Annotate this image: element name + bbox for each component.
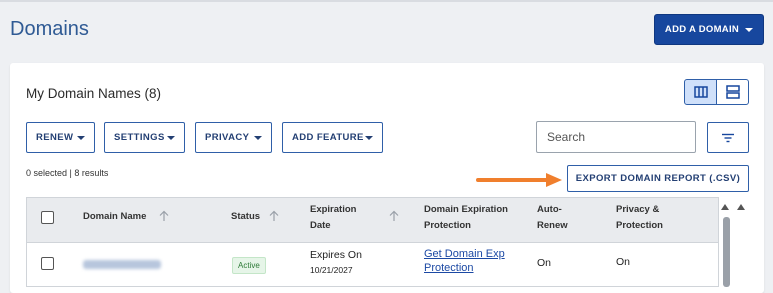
section-title: My Domain Names (8) [26,86,162,101]
sort-arrow-icon[interactable] [389,210,399,222]
expires-date: 10/21/2027 [310,265,353,275]
col-protection-line1: Domain Expiration [424,204,508,215]
renew-dropdown[interactable]: RENEW [26,122,95,153]
scroll-thumb[interactable] [723,217,730,287]
table-header: Domain Name Status Expiration Date Domai… [27,198,718,243]
auto-renew-value[interactable]: On [537,257,551,269]
add-domain-label: ADD A DOMAIN [664,24,740,35]
col-expiration-date[interactable]: Expiration Date [310,202,356,234]
filter-button[interactable] [707,122,749,153]
domains-table: Domain Name Status Expiration Date Domai… [26,197,719,287]
settings-dropdown[interactable]: SETTINGS [104,122,185,153]
caret-down-icon [254,135,262,140]
col-protection-line2: Protection [424,220,471,231]
sort-arrow-icon[interactable] [159,210,169,222]
scroll-up-icon[interactable] [720,203,750,211]
list-view-button[interactable] [716,79,749,105]
privacy-label: PRIVACY [205,132,250,143]
settings-label: SETTINGS [114,132,165,143]
filter-icon [722,133,734,142]
col-autorenew-line1: Auto- [537,204,562,215]
col-expiration-line2: Date [310,220,331,231]
col-privacy-line2: Protection [616,220,663,231]
export-report-button[interactable]: EXPORT DOMAIN REPORT (.CSV) [567,165,749,192]
get-protection-link-line2: Protection [424,262,474,274]
col-autorenew-line2: Renew [537,220,568,231]
status-badge: Active [232,257,266,274]
search-input[interactable] [545,129,704,145]
privacy-value[interactable]: On [616,256,630,268]
grid-view-button[interactable] [684,79,717,105]
add-feature-label: ADD FEATURE [292,132,364,143]
privacy-dropdown[interactable]: PRIVACY [195,122,272,153]
rows-icon [725,85,740,99]
sort-arrow-icon[interactable] [269,210,279,222]
page-title: Domains [10,18,89,40]
col-auto-renew: Auto- Renew [537,202,568,234]
select-all-checkbox[interactable] [41,211,54,224]
selection-info: 0 selected | 8 results [26,168,109,178]
arrow-right-icon [476,173,562,187]
table-scrollbar[interactable] [720,197,745,287]
renew-label: RENEW [36,132,74,143]
caret-down-icon [745,27,754,32]
col-privacy-line1: Privacy & [616,204,660,215]
domain-name-redacted[interactable] [83,260,161,269]
add-feature-dropdown[interactable]: ADD FEATURE [282,122,383,153]
col-privacy: Privacy & Protection [616,202,663,234]
columns-icon [693,86,708,98]
row-select-checkbox[interactable] [41,257,54,270]
top-divider [0,0,773,2]
caret-down-icon [167,135,175,140]
search-box [536,121,704,153]
caret-down-icon [77,135,85,140]
get-protection-link[interactable]: Get Domain Exp Protection [424,248,505,274]
add-domain-button[interactable]: ADD A DOMAIN [654,14,764,45]
col-expiration-line1: Expiration [310,204,357,215]
expires-label: Expires On [310,249,362,261]
col-domain-exp-protection: Domain Expiration Protection [424,202,508,234]
get-protection-link-line1: Get Domain Exp [424,248,505,260]
caret-down-icon [365,135,373,140]
col-domain-name[interactable]: Domain Name [83,209,146,225]
col-status[interactable]: Status [231,209,260,225]
